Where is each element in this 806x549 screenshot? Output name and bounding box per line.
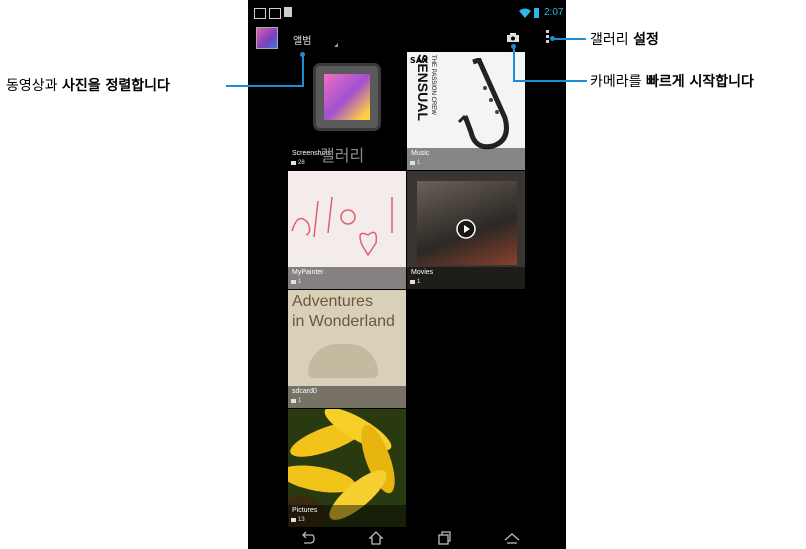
cover-text-wonderland: in Wonderland [292,313,395,330]
home-icon[interactable] [368,531,384,545]
gallery-notification-icon [254,8,266,19]
folder-icon [410,161,415,165]
album-tile-mypainter[interactable]: MyPainter 1 [288,171,406,289]
folder-icon [291,161,296,165]
album-dropdown-label[interactable]: 앨범 [293,32,311,47]
camera-callout-dot [511,44,516,49]
album-count: 1 [417,279,421,285]
tile-caption: Movies 1 [407,267,525,289]
phone-screen: 2:07 앨범 Screenshots 28 갤러리 SAX SENSUAL T… [248,0,566,549]
sdcard-icon [284,7,292,17]
back-icon[interactable] [300,531,316,545]
album-tile-movies[interactable]: Movies 1 [407,171,525,289]
status-bar: 2:07 [248,0,566,22]
folder-icon [291,399,296,403]
folder-icon [291,280,296,284]
album-name: Music [411,150,430,157]
camera-annotation: 카메라를 빠르게 시작합니다 [590,74,754,90]
sort-callout-line [226,85,304,87]
tile-caption: sdcard0 1 [288,386,406,408]
camera-callout-line [513,80,587,82]
folder-icon [291,518,296,522]
tile-caption: Pictures 13 [288,505,406,527]
cover-text-sensual: SENSUAL [415,54,431,121]
recent-apps-icon[interactable] [436,531,452,545]
album-name: MyPainter [292,269,324,276]
sort-callout-dot [300,52,305,57]
settings-annotation: 갤러리 설정 [590,32,659,48]
book-illustration [308,344,378,378]
album-count: 13 [298,517,305,523]
sort-callout-line-vertical [302,56,304,87]
album-count: 1 [298,398,302,404]
camera-callout-line-vertical [513,48,515,82]
album-tile-sdcard0[interactable]: Adventures in Wonderland sdcard0 1 [288,290,406,408]
wifi-icon [519,8,531,18]
folder-icon [410,280,415,284]
album-count: 28 [298,160,305,166]
handwriting-image [291,196,393,257]
album-tile-pictures[interactable]: Pictures 13 [288,409,406,527]
battery-icon [534,8,539,18]
menu-up-icon[interactable] [504,531,520,545]
navigation-bar [248,527,566,549]
tile-caption: MyPainter 1 [288,267,406,289]
album-name: sdcard0 [292,388,317,395]
image-notification-icon [269,8,281,19]
cover-text-passion: THE PASSION CREW [430,55,436,115]
album-name: Movies [411,269,434,276]
play-icon[interactable] [456,219,476,239]
gallery-placeholder-label: 갤러리 [320,146,365,165]
dropdown-caret-icon[interactable] [334,43,338,47]
album-name: Pictures [292,507,318,514]
camera-icon[interactable] [507,33,519,42]
tile-caption: Music 1 [407,148,525,170]
cover-text-adventures: Adventures [292,293,373,310]
settings-callout-dot [550,36,555,41]
album-count: 1 [298,279,302,285]
settings-callout-line [553,38,586,40]
album-count: 1 [417,160,421,166]
status-clock: 2:07 [544,7,564,18]
gallery-app-icon[interactable] [256,27,278,49]
sort-annotation: 동영상과 사진을 정렬합니다 [6,78,170,94]
saxophone-image [457,58,509,150]
gallery-logo-icon [316,66,378,128]
album-tile-music[interactable]: SAX SENSUAL THE PASSION CREW Music 1 [407,52,525,170]
